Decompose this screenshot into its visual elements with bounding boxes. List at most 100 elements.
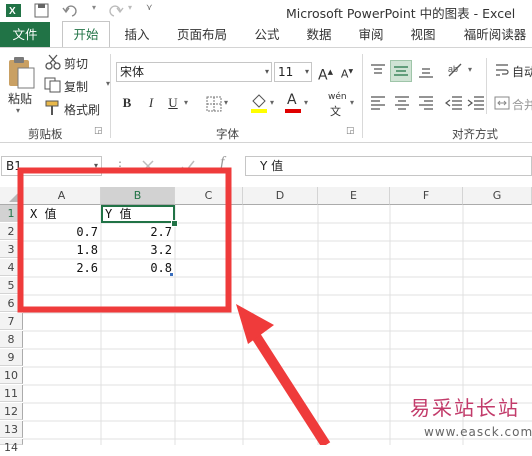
underline-button[interactable]: U	[166, 93, 180, 113]
phonetic-wen-glyph: 文	[330, 105, 341, 118]
cell-a1[interactable]: X 值	[28, 205, 100, 223]
column-header-e[interactable]: E	[318, 187, 390, 205]
cell-b2[interactable]: 2.7	[101, 223, 175, 241]
row-header-3[interactable]: 3	[0, 241, 23, 258]
data-range-handle[interactable]	[170, 273, 173, 276]
undo-icon[interactable]	[62, 3, 82, 18]
clipboard-launcher-icon[interactable]: ◲	[94, 126, 103, 136]
font-color-dropdown-icon[interactable]: ▾	[304, 98, 308, 107]
row-header-7[interactable]: 7	[0, 313, 23, 330]
align-bottom-icon[interactable]	[416, 62, 436, 80]
orientation-dropdown-icon[interactable]: ▾	[468, 65, 472, 74]
align-top-icon[interactable]	[368, 62, 388, 80]
formula-input[interactable]: Y 值	[245, 156, 532, 176]
row-header-2[interactable]: 2	[0, 223, 23, 240]
cell-a2[interactable]: 0.7	[23, 223, 101, 241]
bold-button[interactable]: B	[120, 93, 134, 113]
phonetic-guide-button[interactable]: wén 文	[326, 92, 350, 118]
merge-center-button[interactable]: 合并	[512, 96, 532, 113]
copy-button[interactable]: 复制	[64, 78, 88, 95]
wrap-text-icon[interactable]	[494, 62, 510, 78]
fill-color-icon[interactable]	[250, 93, 268, 113]
row-header-10[interactable]: 10	[0, 367, 23, 384]
align-middle-icon[interactable]	[390, 60, 412, 82]
merge-center-icon[interactable]	[494, 95, 510, 111]
font-color-button[interactable]: A	[284, 92, 302, 113]
row-header-13[interactable]: 13	[0, 421, 23, 438]
row-header-4[interactable]: 4	[0, 259, 23, 276]
grow-font-button[interactable]: A▲	[318, 62, 333, 84]
row-header-12[interactable]: 12	[0, 403, 23, 420]
cell-b1-selected[interactable]: Y 值	[101, 205, 175, 223]
tab-review[interactable]: 审阅	[350, 22, 392, 47]
redo-dropdown-icon[interactable]: ▾	[128, 3, 138, 18]
borders-dropdown-icon[interactable]: ▾	[224, 98, 228, 107]
tab-page-layout[interactable]: 页面布局	[170, 22, 234, 47]
ribbon-divider	[486, 58, 487, 114]
undo-dropdown-icon[interactable]: ▾	[92, 3, 102, 18]
italic-button[interactable]: I	[144, 93, 158, 113]
phonetic-dropdown-icon[interactable]: ▾	[350, 98, 354, 107]
confirm-entry-icon[interactable]	[180, 158, 196, 174]
underline-dropdown-icon[interactable]: ▾	[184, 98, 188, 107]
borders-icon[interactable]	[206, 96, 222, 112]
paste-icon[interactable]	[6, 56, 36, 90]
font-launcher-icon[interactable]: ◲	[346, 126, 355, 136]
row-header-8[interactable]: 8	[0, 331, 23, 348]
select-all-button[interactable]	[0, 187, 23, 205]
font-name-combo[interactable]: 宋体 ▾	[116, 62, 272, 82]
cell-b3[interactable]: 3.2	[101, 241, 175, 259]
customize-toolbar-icon[interactable]: ⋎	[146, 3, 160, 18]
tab-file[interactable]: 文件	[0, 22, 50, 47]
name-box[interactable]: B1 ▾	[1, 156, 102, 176]
column-header-f[interactable]: F	[390, 187, 463, 205]
redo-icon[interactable]	[104, 3, 124, 18]
tab-foxit-reader[interactable]: 福昕阅读器	[458, 22, 532, 47]
row-header-1[interactable]: 1	[0, 205, 23, 222]
font-size-combo[interactable]: 11 ▾	[274, 62, 312, 82]
copy-icon[interactable]	[44, 77, 62, 93]
column-header-d[interactable]: D	[243, 187, 318, 205]
decrease-indent-icon[interactable]	[444, 94, 464, 112]
row-header-9[interactable]: 9	[0, 349, 23, 366]
format-painter-icon[interactable]	[44, 100, 62, 116]
align-left-icon[interactable]	[368, 94, 388, 112]
watermark-brand: 易采站长站	[410, 396, 520, 420]
ribbon-tab-bar: 文件 开始 插入 页面布局 公式 数据 审阅 视图 福昕阅读器	[0, 21, 532, 48]
tab-home[interactable]: 开始	[62, 21, 110, 48]
cut-button[interactable]: 剪切	[64, 55, 88, 72]
align-right-icon[interactable]	[416, 94, 436, 112]
column-header-c[interactable]: C	[175, 187, 243, 205]
shrink-font-button[interactable]: A▼	[340, 62, 354, 82]
formula-content: Y 值	[260, 159, 284, 173]
tab-insert[interactable]: 插入	[116, 22, 158, 47]
orientation-icon[interactable]: ab	[446, 60, 468, 80]
column-header-g[interactable]: G	[463, 187, 532, 205]
align-center-icon[interactable]	[392, 94, 412, 112]
font-color-swatch	[285, 109, 301, 113]
cancel-entry-icon[interactable]	[140, 158, 156, 174]
row-header-14[interactable]: 14	[0, 439, 23, 454]
row-header-11[interactable]: 11	[0, 385, 23, 402]
insert-function-button[interactable]: f	[220, 154, 224, 172]
tab-formulas[interactable]: 公式	[246, 22, 288, 47]
format-painter-button[interactable]: 格式刷	[64, 101, 100, 118]
paste-dropdown-icon[interactable]: ▾	[16, 106, 20, 115]
tab-view[interactable]: 视图	[402, 22, 444, 47]
cut-icon[interactable]	[44, 54, 62, 70]
fill-color-dropdown-icon[interactable]: ▾	[270, 98, 274, 107]
save-icon[interactable]	[34, 3, 49, 18]
column-header-a[interactable]: A	[23, 187, 101, 205]
chevron-down-icon: ▾	[264, 67, 269, 76]
wrap-text-button[interactable]: 自动	[512, 63, 532, 80]
row-header-5[interactable]: 5	[0, 277, 23, 294]
cell-b4[interactable]: 0.8	[101, 259, 175, 277]
row-header-6[interactable]: 6	[0, 295, 23, 312]
formula-bar-grip-icon: ⋮	[114, 159, 126, 173]
cell-a3[interactable]: 1.8	[23, 241, 101, 259]
paste-button[interactable]: 粘贴	[8, 90, 32, 107]
increase-indent-icon[interactable]	[466, 94, 486, 112]
tab-data[interactable]: 数据	[298, 22, 340, 47]
cell-a4[interactable]: 2.6	[23, 259, 101, 277]
column-header-b[interactable]: B	[101, 187, 175, 205]
